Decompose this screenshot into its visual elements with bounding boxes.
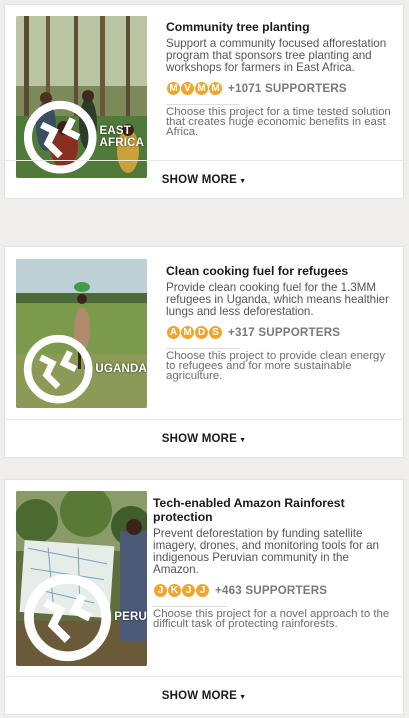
project-photo: PERU (16, 491, 147, 666)
project-info: Clean cooking fuel for refugees Provide … (166, 264, 393, 382)
project-card: PERU Tech-enabled Amazon Rainforest prot… (4, 479, 404, 715)
show-more-button[interactable]: SHOW MORE ▼ (5, 419, 403, 457)
project-title[interactable]: Clean cooking fuel for refugees (166, 264, 393, 278)
project-card: UGANDA Clean cooking fuel for refugees P… (4, 246, 404, 458)
avatar: J (153, 582, 168, 598)
project-photo: UGANDA (16, 259, 147, 408)
project-title[interactable]: Tech-enabled Amazon Rainforest protectio… (153, 496, 393, 524)
avatar: M (166, 80, 181, 96)
globe-icon (23, 334, 93, 404)
avatar: K (167, 582, 182, 598)
project-photo: EAST AFRICA (16, 16, 147, 178)
supporters-count: +317 SUPPORTERS (228, 325, 341, 339)
divider (153, 606, 227, 607)
show-more-label: SHOW MORE (161, 689, 238, 702)
divider (166, 348, 240, 349)
supporters-count: +1071 SUPPORTERS (228, 81, 347, 95)
supporters-count: +463 SUPPORTERS (215, 583, 328, 597)
project-info: Community tree planting Support a commun… (166, 20, 393, 138)
project-description: Support a community focused afforestatio… (166, 37, 387, 74)
project-card: EAST AFRICA Community tree planting Supp… (4, 4, 404, 199)
show-more-button[interactable]: SHOW MORE ▼ (5, 676, 403, 714)
location-text: UGANDA (95, 362, 147, 375)
show-more-label: SHOW MORE (161, 432, 238, 445)
avatar: A (166, 324, 181, 340)
supporters-row: M V M M +1071 SUPPORTERS (166, 80, 393, 96)
avatar: M (194, 80, 209, 96)
chevron-down-icon: ▼ (239, 436, 247, 444)
location-label: PERU (23, 573, 147, 662)
location-text: EAST AFRICA (99, 124, 145, 149)
show-more-button[interactable]: SHOW MORE ▼ (5, 160, 403, 198)
divider (166, 104, 240, 105)
supporters-row: A M D S +317 SUPPORTERS (166, 324, 393, 340)
avatar: V (180, 80, 195, 96)
avatar: M (180, 324, 195, 340)
location-text: PERU (114, 611, 147, 624)
chevron-down-icon: ▼ (239, 177, 247, 185)
location-label: UGANDA (23, 334, 147, 404)
supporters-row: J K J J +463 SUPPORTERS (153, 582, 393, 598)
avatar: J (195, 582, 210, 598)
project-description: Prevent deforestation by funding satelli… (153, 527, 379, 576)
project-info: Tech-enabled Amazon Rainforest protectio… (153, 496, 393, 630)
avatar: M (208, 80, 223, 96)
avatar: J (181, 582, 196, 598)
project-reason: Choose this project for a novel approach… (153, 608, 390, 630)
project-title[interactable]: Community tree planting (166, 20, 393, 34)
avatar: S (208, 324, 223, 340)
show-more-label: SHOW MORE (161, 173, 238, 186)
project-reason: Choose this project to provide clean ene… (166, 350, 386, 382)
chevron-down-icon: ▼ (239, 693, 247, 701)
project-description: Provide clean cooking fuel for the 1.3MM… (166, 281, 389, 318)
avatar: D (194, 324, 209, 340)
project-reason: Choose this project for a time tested so… (166, 106, 391, 138)
globe-icon (24, 573, 112, 661)
